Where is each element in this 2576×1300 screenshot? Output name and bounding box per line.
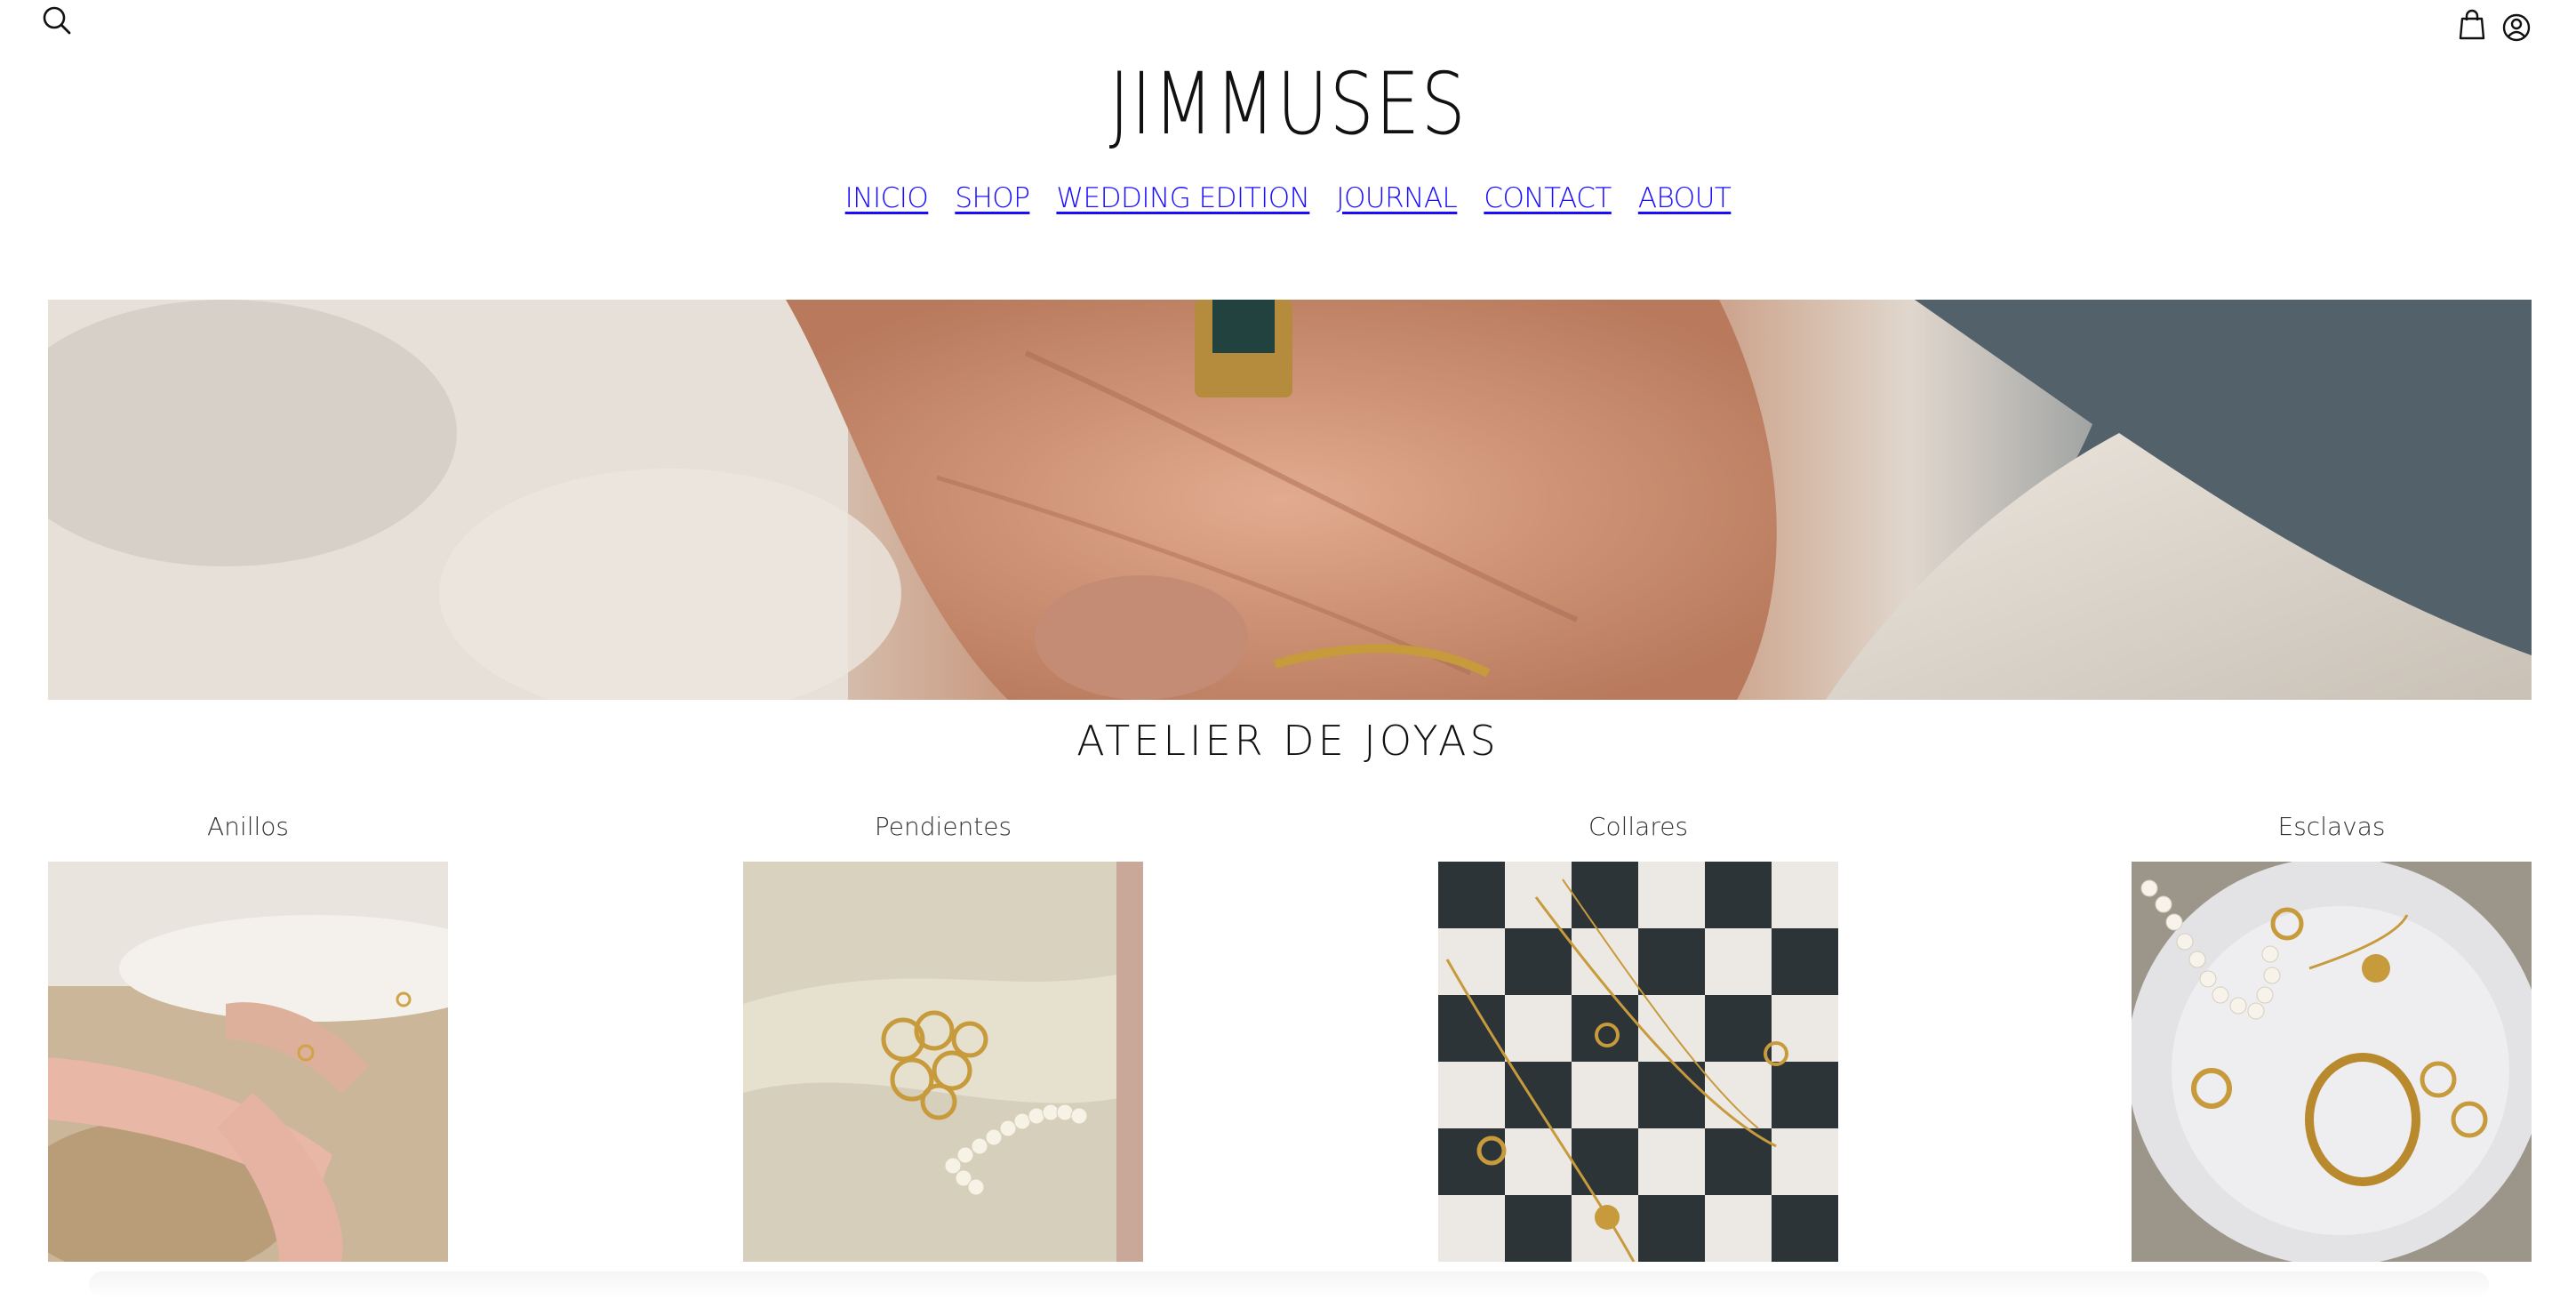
cart-button[interactable]	[2457, 9, 2487, 41]
category-image-anillos[interactable]	[48, 862, 448, 1262]
nav-item-wedding-edition[interactable]: WEDDING EDITION	[1056, 182, 1309, 214]
page-bottom-shadow	[89, 1272, 2489, 1298]
category-image-collares[interactable]	[1438, 862, 1838, 1262]
search-icon	[43, 6, 71, 35]
nav-item-inicio[interactable]: INICIO	[845, 182, 929, 214]
nav-item-contact[interactable]: CONTACT	[1484, 182, 1612, 214]
main-nav: INICIO SHOP WEDDING EDITION JOURNAL CONT…	[0, 182, 2576, 214]
category-image-pendientes[interactable]	[743, 862, 1143, 1262]
user-circle-icon	[2502, 13, 2531, 42]
category-label[interactable]: Pendientes	[743, 805, 1143, 849]
section-title: ATELIER DE JOYAS	[1076, 717, 1500, 765]
nav-item-shop[interactable]: SHOP	[955, 182, 1030, 214]
nav-item-journal[interactable]: JOURNAL	[1336, 182, 1457, 214]
category-card-collares[interactable]: Collares	[1438, 805, 1838, 1262]
brand-logo[interactable]: JIMMUSES	[232, 55, 2344, 153]
category-label[interactable]: Collares	[1438, 805, 1838, 849]
nav-item-about[interactable]: ABOUT	[1638, 182, 1732, 214]
category-card-esclavas[interactable]: Esclavas	[2132, 805, 2532, 1262]
category-card-pendientes[interactable]: Pendientes	[743, 805, 1143, 1262]
search-button[interactable]	[39, 4, 75, 39]
hero-banner-image	[48, 300, 2532, 700]
account-button[interactable]	[2501, 12, 2532, 43]
category-label[interactable]: Esclavas	[2132, 805, 2532, 849]
category-card-anillos[interactable]: Anillos	[48, 805, 448, 1262]
shopping-bag-icon	[2459, 9, 2485, 40]
category-image-esclavas[interactable]	[2132, 862, 2532, 1262]
top-bar	[0, 0, 2576, 53]
category-label[interactable]: Anillos	[48, 805, 448, 849]
